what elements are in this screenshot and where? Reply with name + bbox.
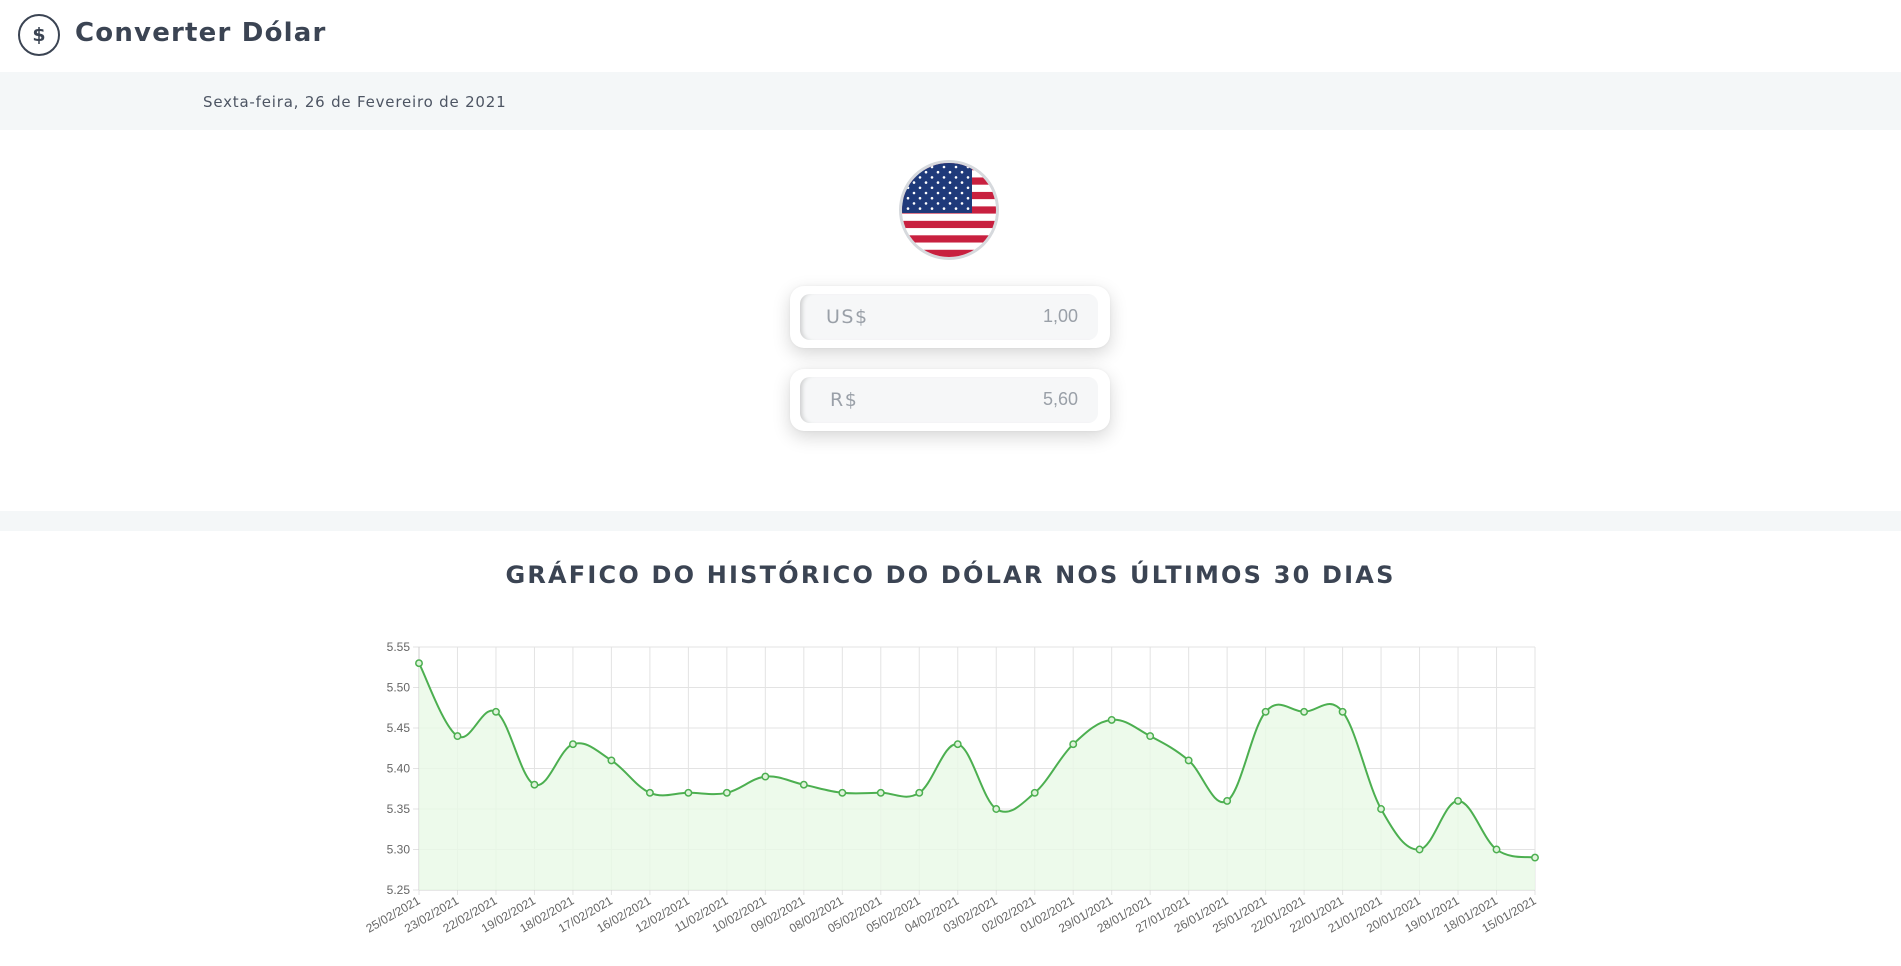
y-tick-label: 5.50 (387, 681, 411, 695)
y-tick-label: 5.55 (387, 640, 411, 654)
data-point (530, 780, 539, 789)
data-point (1030, 788, 1039, 797)
data-point (1492, 845, 1501, 854)
brl-input[interactable]: R$ 5,60 (800, 377, 1098, 423)
data-point (607, 756, 616, 765)
date-band: Sexta-feira, 26 de Fevereiro de 2021 (0, 72, 1901, 130)
data-point (1146, 732, 1155, 741)
data-point (799, 780, 808, 789)
y-tick-label: 5.40 (387, 762, 411, 776)
data-point (1338, 707, 1347, 716)
data-point (876, 788, 885, 797)
app-header: $ Converter Dólar (0, 0, 1901, 72)
us-flag-icon (899, 160, 999, 260)
data-point (1223, 796, 1232, 805)
data-point (838, 788, 847, 797)
data-point (992, 805, 1001, 813)
y-tick-label: 5.30 (387, 843, 411, 857)
data-point (1454, 796, 1462, 805)
data-point (453, 732, 462, 741)
section-divider (0, 511, 1901, 531)
usd-field-card: US$ 1,00 (790, 286, 1110, 348)
history-line-chart: 5.555.505.455.405.355.305.2525/02/202123… (363, 640, 1539, 936)
usd-value: 1,00 (1042, 306, 1078, 326)
data-point (761, 772, 770, 781)
data-point (1107, 715, 1116, 724)
current-date: Sexta-feira, 26 de Fevereiro de 2021 (203, 93, 507, 111)
data-point (1261, 707, 1270, 716)
data-point (645, 788, 654, 797)
y-tick-label: 5.45 (387, 721, 411, 735)
brl-value: 5,60 (1042, 389, 1078, 409)
usd-input[interactable]: US$ 1,00 (800, 294, 1098, 340)
data-point (953, 740, 962, 749)
data-point (1415, 845, 1424, 854)
data-point (1069, 740, 1078, 749)
brl-field-card: R$ 5,60 (790, 369, 1110, 431)
brl-prefix: R$ (830, 389, 859, 411)
data-point (568, 740, 577, 749)
app-title: Converter Dólar (75, 18, 327, 48)
data-point (915, 788, 924, 797)
y-tick-label: 5.25 (387, 883, 411, 897)
data-point (1377, 805, 1386, 813)
chart-title: GRÁFICO DO HISTÓRICO DO DÓLAR NOS ÚLTIMO… (505, 561, 1396, 589)
dollar-logo-icon: $ (18, 14, 60, 56)
y-tick-label: 5.35 (387, 802, 411, 816)
data-point (492, 707, 500, 716)
data-point (1300, 707, 1309, 716)
data-point (1184, 756, 1193, 765)
data-point (1531, 853, 1539, 862)
data-point (684, 788, 693, 797)
data-point (415, 659, 423, 668)
data-point (722, 788, 731, 797)
usd-prefix: US$ (826, 306, 869, 328)
